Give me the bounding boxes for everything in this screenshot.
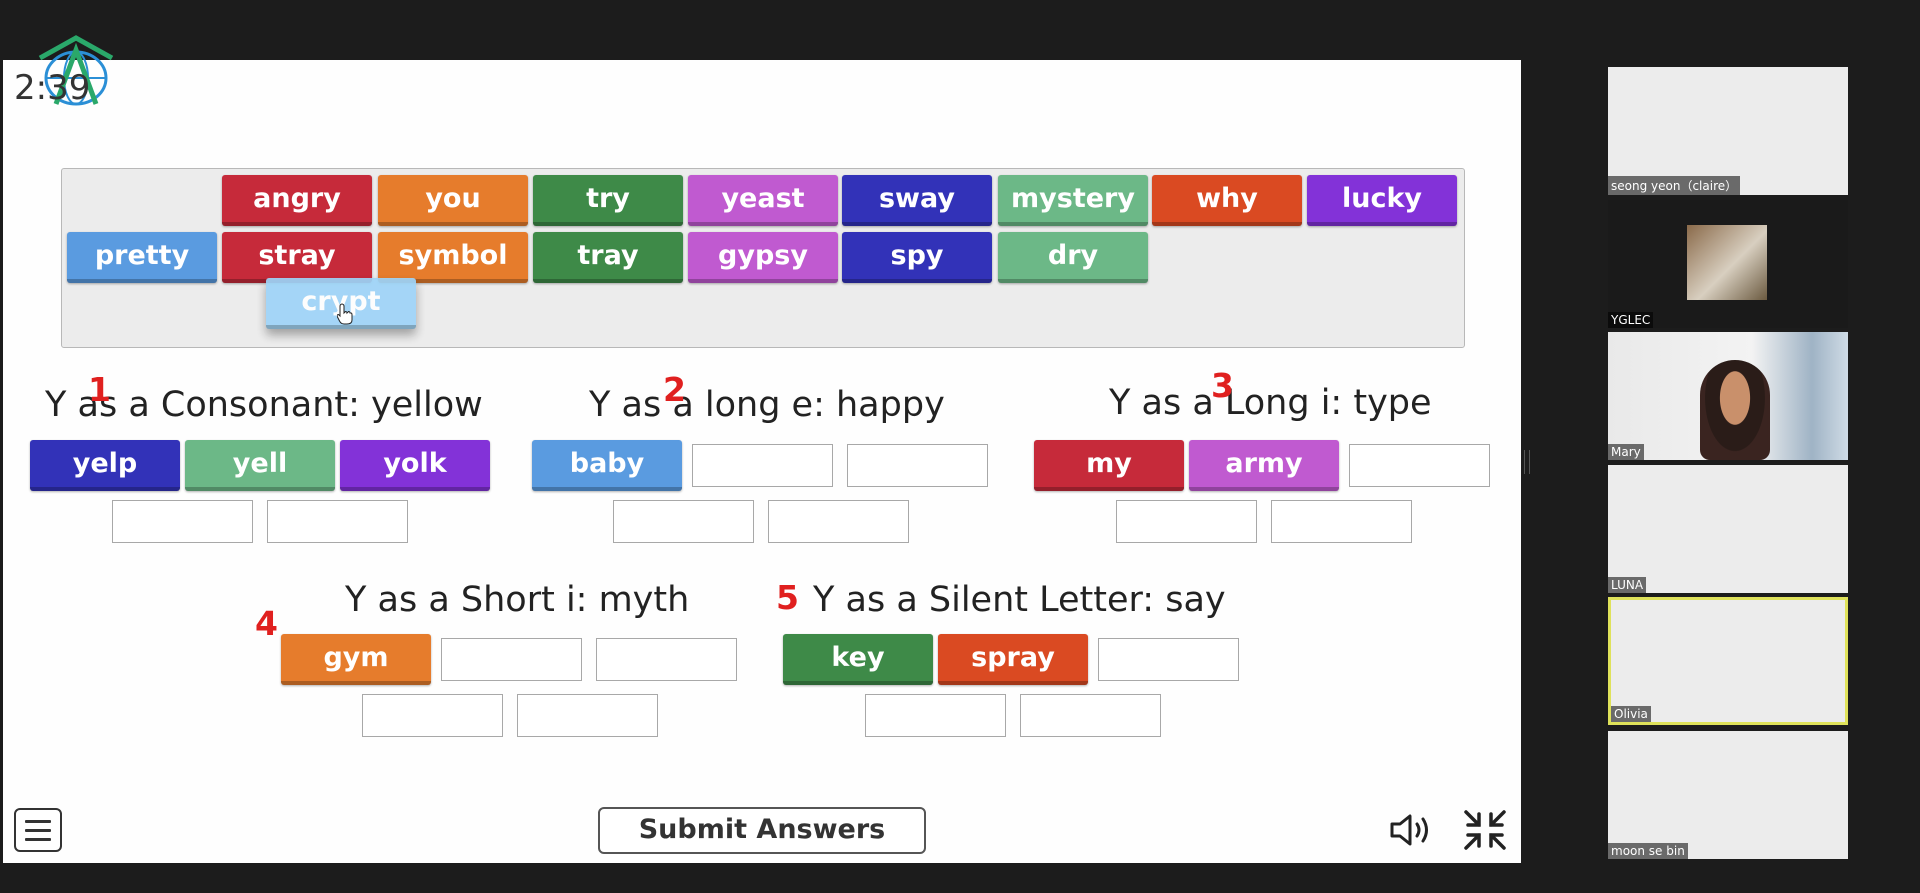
category-number-4: 4: [255, 604, 278, 643]
word-tile-angry[interactable]: angry: [222, 175, 372, 226]
drop-slot[interactable]: [865, 694, 1006, 737]
participant-name: Olivia: [1611, 706, 1651, 722]
drop-slot[interactable]: [1020, 694, 1161, 737]
word-tile-yeast[interactable]: yeast: [688, 175, 838, 226]
word-tile-sway[interactable]: sway: [842, 175, 992, 226]
word-tile-you[interactable]: you: [378, 175, 528, 226]
placed-tile-spray[interactable]: spray: [938, 634, 1088, 685]
word-tile-stray[interactable]: stray: [222, 232, 372, 283]
category-title-2: Y as a long e: happy: [589, 385, 945, 425]
word-tile-why[interactable]: why: [1152, 175, 1302, 226]
submit-answers-button[interactable]: Submit Answers: [598, 807, 926, 854]
menu-button[interactable]: [14, 808, 62, 852]
placed-tile-yell[interactable]: yell: [185, 440, 335, 491]
word-tile-spy[interactable]: spy: [842, 232, 992, 283]
drop-slot[interactable]: [613, 500, 754, 543]
category-title-4: Y as a Short i: myth: [345, 580, 690, 620]
category-number-1: 1: [88, 370, 111, 409]
drop-slot[interactable]: [1098, 638, 1239, 681]
participant-tile[interactable]: Mary: [1608, 332, 1848, 460]
word-tile-pretty[interactable]: pretty: [67, 232, 217, 283]
participant-name: Mary: [1608, 444, 1644, 460]
placed-tile-yelp[interactable]: yelp: [30, 440, 180, 491]
exit-fullscreen-icon[interactable]: [1462, 808, 1508, 852]
drop-slot[interactable]: [267, 500, 408, 543]
placed-tile-army[interactable]: army: [1189, 440, 1339, 491]
word-tile-mystery[interactable]: mystery: [998, 175, 1148, 226]
placed-tile-gym[interactable]: gym: [281, 634, 431, 685]
word-tile-gypsy[interactable]: gypsy: [688, 232, 838, 283]
word-tile-try[interactable]: try: [533, 175, 683, 226]
category-number-2: 2: [663, 370, 686, 409]
participant-tile[interactable]: seong yeon（claire）: [1608, 67, 1848, 195]
panel-resize-handle[interactable]: [1524, 450, 1530, 474]
drop-slot[interactable]: [362, 694, 503, 737]
category-number-3: 3: [1211, 366, 1234, 405]
drop-slot[interactable]: [1116, 500, 1257, 543]
speaker-icon[interactable]: [1388, 808, 1436, 852]
drop-slot[interactable]: [847, 444, 988, 487]
word-tile-tray[interactable]: tray: [533, 232, 683, 283]
drop-slot[interactable]: [1271, 500, 1412, 543]
placed-tile-baby[interactable]: baby: [532, 440, 682, 491]
placed-tile-yolk[interactable]: yolk: [340, 440, 490, 491]
drop-slot[interactable]: [596, 638, 737, 681]
drop-slot[interactable]: [517, 694, 658, 737]
participant-tile[interactable]: YGLEC: [1608, 200, 1848, 328]
participant-name: moon se bin: [1608, 843, 1688, 859]
category-number-5: 5: [776, 578, 799, 617]
hand-cursor-icon: [337, 303, 353, 325]
participant-name: LUNA: [1608, 577, 1647, 593]
word-tile-lucky[interactable]: lucky: [1307, 175, 1457, 226]
drop-slot[interactable]: [768, 500, 909, 543]
drop-slot[interactable]: [692, 444, 833, 487]
participant-video-feed: [1700, 360, 1770, 460]
participant-name: seong yeon（claire）: [1608, 176, 1741, 195]
drop-slot[interactable]: [441, 638, 582, 681]
participant-avatar-image: [1687, 225, 1767, 300]
countdown-timer: 2:39: [14, 68, 91, 108]
drop-slot[interactable]: [1349, 444, 1490, 487]
placed-tile-key[interactable]: key: [783, 634, 933, 685]
word-tile-dry[interactable]: dry: [998, 232, 1148, 283]
participant-tile[interactable]: Olivia: [1608, 597, 1848, 725]
word-tile-symbol[interactable]: symbol: [378, 232, 528, 283]
drop-slot[interactable]: [112, 500, 253, 543]
category-title-5: Y as a Silent Letter: say: [813, 580, 1226, 620]
participant-tile[interactable]: LUNA: [1608, 465, 1848, 593]
placed-tile-my[interactable]: my: [1034, 440, 1184, 491]
category-title-3: Y as a Long i: type: [1109, 383, 1432, 423]
participant-name: YGLEC: [1608, 312, 1654, 328]
participant-tile[interactable]: moon se bin: [1608, 731, 1848, 859]
